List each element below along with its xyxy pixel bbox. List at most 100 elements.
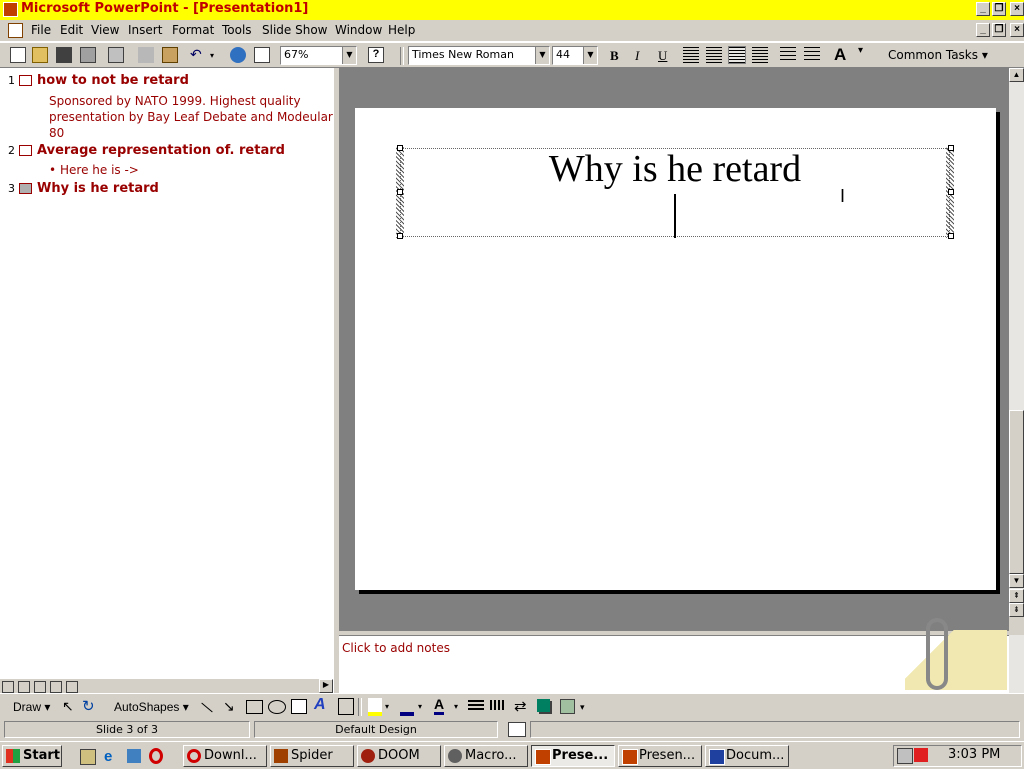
outline-view-icon[interactable]: [18, 681, 30, 693]
document-icon[interactable]: [8, 23, 23, 38]
menu-window[interactable]: Window: [335, 23, 382, 37]
chevron-down-icon[interactable]: ▾: [454, 702, 458, 711]
text-box-icon[interactable]: [291, 699, 307, 714]
vertical-scrollbar[interactable]: ▲ ▼ ⇞ ⇟: [1009, 68, 1024, 617]
scroll-right-button[interactable]: ▶: [319, 679, 333, 693]
network-tray-icon[interactable]: [897, 748, 913, 764]
menu-view[interactable]: View: [91, 23, 119, 37]
minimize-button[interactable]: _: [976, 2, 990, 16]
spelling-status-icon[interactable]: [508, 722, 526, 737]
task-button-doom[interactable]: DOOM: [357, 745, 441, 767]
slide-sorter-view-icon[interactable]: [50, 681, 62, 693]
slide-show-view-icon[interactable]: [66, 681, 78, 693]
help-icon[interactable]: ?: [368, 47, 384, 63]
bullets-icon[interactable]: [804, 47, 820, 63]
menu-edit[interactable]: Edit: [60, 23, 83, 37]
clock[interactable]: 3:03 PM: [948, 747, 1000, 762]
arrow-icon[interactable]: ↘: [223, 698, 235, 715]
3d-style-icon[interactable]: [560, 699, 575, 714]
task-button-document[interactable]: Docum...: [705, 745, 789, 767]
rectangle-icon[interactable]: [246, 700, 263, 714]
align-left-icon[interactable]: [706, 47, 722, 63]
font-color-icon[interactable]: A: [434, 696, 445, 715]
menu-file[interactable]: File: [31, 23, 51, 37]
arrow-style-icon[interactable]: ⇄: [514, 697, 527, 715]
autoshapes-menu[interactable]: AutoShapes ▾: [114, 700, 189, 714]
chevron-down-icon[interactable]: ▾: [385, 702, 389, 711]
clippy-icon[interactable]: [926, 618, 948, 690]
fill-color-icon[interactable]: [368, 698, 382, 716]
outline-slide-title[interactable]: Average representation of. retard: [37, 143, 285, 158]
doc-close-button[interactable]: ×: [1010, 23, 1024, 37]
globe-icon[interactable]: [230, 47, 246, 63]
line-style-icon[interactable]: [468, 700, 484, 710]
open-icon[interactable]: [32, 47, 48, 63]
slide-icon[interactable]: [19, 75, 32, 86]
copy-icon[interactable]: [138, 47, 154, 63]
quicklaunch-notepad-icon[interactable]: [80, 749, 96, 765]
font-size-select[interactable]: 44 ▼: [552, 46, 598, 65]
outline-body-line[interactable]: presentation by Bay Leaf Debate and Mode…: [49, 109, 333, 125]
outline-slide-title[interactable]: Why is he retard: [37, 181, 159, 196]
task-button-spider[interactable]: Spider: [270, 745, 354, 767]
task-button-presentation[interactable]: Presen...: [618, 745, 702, 767]
quicklaunch-ie-icon[interactable]: e: [104, 748, 112, 765]
font-name-select[interactable]: Times New Roman ▼: [408, 46, 550, 65]
new-icon[interactable]: [10, 47, 26, 63]
doc-restore-button[interactable]: ❐: [992, 23, 1006, 37]
quicklaunch-desktop-icon[interactable]: [127, 749, 141, 763]
more-buttons-icon[interactable]: ▾: [580, 702, 585, 713]
resize-handle[interactable]: [948, 233, 954, 239]
chevron-down-icon[interactable]: ▼: [583, 47, 597, 64]
task-button-downloads[interactable]: Downl...: [183, 745, 267, 767]
undo-icon[interactable]: ↶: [190, 47, 206, 63]
line-icon[interactable]: [201, 702, 213, 713]
align-center-icon[interactable]: [728, 46, 746, 64]
notes-scrollbar[interactable]: [1009, 635, 1024, 693]
quicklaunch-opera-icon[interactable]: [149, 748, 163, 764]
increase-font-size-icon[interactable]: A: [834, 45, 846, 65]
chevron-down-icon[interactable]: ▼: [535, 47, 549, 64]
shadow-icon[interactable]: [683, 47, 699, 63]
doc-minimize-button[interactable]: _: [976, 23, 990, 37]
more-buttons-icon[interactable]: ▾: [858, 45, 863, 56]
zoom-select[interactable]: 67% ▼: [280, 46, 357, 65]
normal-view-icon[interactable]: [2, 681, 14, 693]
save-icon[interactable]: [56, 47, 72, 63]
notes-placeholder[interactable]: Click to add notes: [342, 641, 450, 655]
menu-format[interactable]: Format: [172, 23, 214, 37]
menu-help[interactable]: Help: [388, 23, 415, 37]
menu-insert[interactable]: Insert: [128, 23, 162, 37]
restore-button[interactable]: ❐: [992, 2, 1006, 16]
insert-chart-icon[interactable]: [254, 47, 270, 63]
outline-body-line[interactable]: 80: [49, 125, 64, 141]
wordart-icon[interactable]: A: [314, 696, 326, 714]
scroll-thumb[interactable]: [1009, 410, 1024, 574]
free-rotate-icon[interactable]: ↻: [82, 697, 95, 715]
italic-button[interactable]: I: [635, 48, 639, 64]
next-slide-button[interactable]: ⇟: [1009, 603, 1024, 617]
powerpoint-icon[interactable]: [3, 2, 18, 17]
slide-title-text[interactable]: Why is he retard: [400, 147, 950, 191]
outline-body-line[interactable]: Sponsored by NATO 1999. Highest quality: [49, 93, 301, 109]
slide-icon[interactable]: [19, 145, 32, 156]
shadow-style-icon[interactable]: [537, 699, 550, 712]
numbering-icon[interactable]: [780, 47, 796, 63]
resize-handle[interactable]: [397, 233, 403, 239]
task-button-macromedia[interactable]: Macro...: [444, 745, 528, 767]
menu-tools[interactable]: Tools: [222, 23, 252, 37]
slide-icon[interactable]: [19, 183, 32, 194]
underline-button[interactable]: U: [658, 48, 667, 64]
common-tasks-menu[interactable]: Common Tasks ▾: [888, 48, 988, 62]
print-icon[interactable]: [108, 47, 124, 63]
chevron-down-icon[interactable]: ▾: [418, 702, 422, 711]
antivirus-tray-icon[interactable]: [914, 748, 928, 762]
undo-dropdown-icon[interactable]: ▾: [210, 51, 214, 60]
outline-slide-title[interactable]: how to not be retard: [37, 73, 189, 88]
close-button[interactable]: ×: [1010, 2, 1024, 16]
scroll-up-button[interactable]: ▲: [1009, 68, 1024, 82]
menu-slide-show[interactable]: Slide Show: [262, 23, 327, 37]
draw-menu[interactable]: Draw ▾: [13, 700, 50, 714]
line-color-icon[interactable]: [400, 698, 414, 716]
scroll-down-button[interactable]: ▼: [1009, 574, 1024, 588]
